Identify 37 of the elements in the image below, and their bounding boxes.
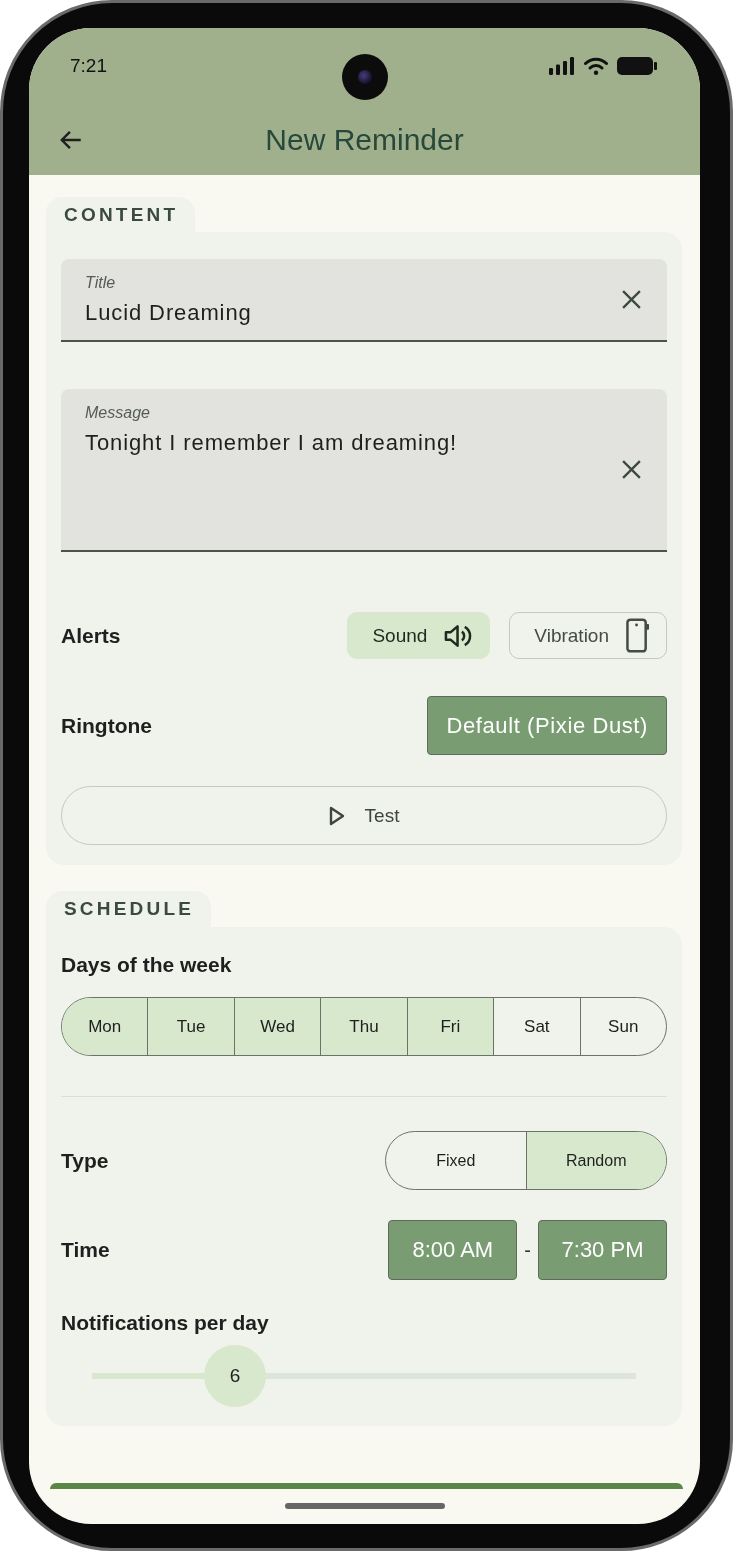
type-option[interactable]: Random: [525, 1132, 666, 1189]
signal-icon: [549, 57, 575, 75]
battery-icon: [617, 57, 657, 75]
clear-icon[interactable]: [621, 289, 642, 310]
screen-title: New Reminder: [265, 122, 464, 157]
row-label: Notifications per day: [61, 1310, 269, 1336]
section-label: SCHEDULE: [46, 891, 212, 927]
day-toggle[interactable]: Mon: [62, 998, 148, 1055]
day-toggle[interactable]: Sun: [579, 998, 666, 1055]
time-separator: -: [524, 1238, 531, 1262]
row-label: Ringtone: [61, 713, 152, 738]
phone-icon: [626, 618, 650, 653]
day-toggle[interactable]: Wed: [233, 998, 321, 1055]
play-icon: [328, 805, 345, 826]
camera-icon: [341, 54, 388, 100]
wifi-icon: [584, 57, 608, 75]
text-field[interactable]: Title Lucid Dreaming: [61, 259, 667, 342]
speaker-icon: [444, 622, 474, 649]
field-label: Message: [85, 403, 150, 423]
sound-toggle[interactable]: Sound: [347, 612, 491, 659]
slider-thumb[interactable]: 6: [204, 1345, 267, 1407]
clear-icon[interactable]: [621, 459, 642, 480]
row-label: Time: [61, 1238, 110, 1262]
day-toggle[interactable]: Thu: [320, 998, 407, 1055]
day-toggle[interactable]: Fri: [406, 998, 494, 1055]
section-label: CONTENT: [46, 197, 196, 232]
vibration-toggle[interactable]: Vibration: [509, 612, 667, 659]
type-option[interactable]: Fixed: [386, 1132, 526, 1189]
row-label: Type: [61, 1148, 109, 1173]
text-field[interactable]: Message Tonight I remember I am dreaming!: [61, 389, 667, 552]
row-label: Days of the week: [61, 952, 232, 978]
day-toggle[interactable]: Tue: [147, 998, 234, 1055]
slider-track[interactable]: 6: [92, 1345, 636, 1407]
day-toggle[interactable]: Sat: [493, 998, 580, 1055]
field-label: Title: [85, 273, 116, 293]
row-label: Alerts: [61, 623, 121, 648]
status-time: 7:21: [70, 55, 107, 77]
